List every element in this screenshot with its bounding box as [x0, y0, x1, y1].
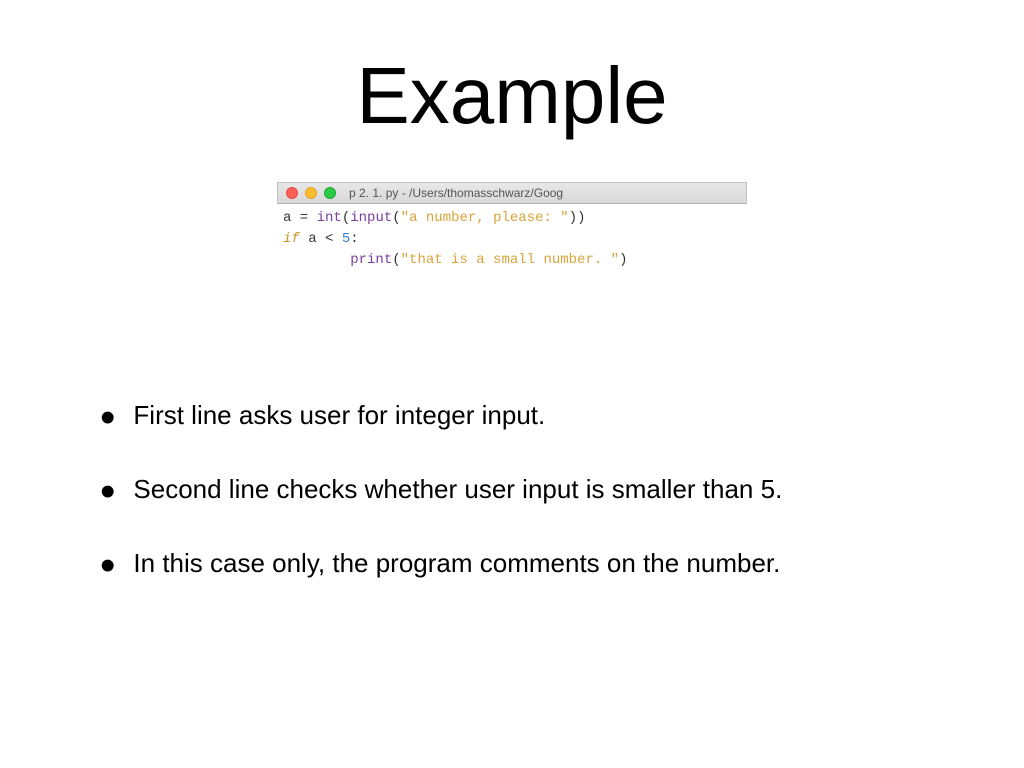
- code-token: print: [350, 252, 392, 268]
- code-line-2: if a < 5:: [283, 229, 741, 250]
- code-token: :: [350, 231, 358, 247]
- code-indent: [283, 250, 350, 271]
- bullet-text: In this case only, the program comments …: [133, 545, 780, 581]
- code-token: 5: [342, 231, 350, 247]
- code-window: p 2. 1. py - /Users/thomasschwarz/Goog a…: [277, 182, 747, 277]
- bullet-text: First line asks user for integer input.: [133, 397, 545, 433]
- list-item: • In this case only, the program comment…: [100, 545, 964, 581]
- bullet-icon: •: [100, 555, 115, 577]
- code-token: [300, 231, 308, 247]
- slide: Example p 2. 1. py - /Users/thomasschwar…: [0, 0, 1024, 768]
- code-line-1: a = int(input("a number, please: ")): [283, 208, 741, 229]
- code-token: int: [317, 210, 342, 226]
- window-title-text: p 2. 1. py - /Users/thomasschwarz/Goog: [349, 186, 563, 200]
- list-item: • First line asks user for integer input…: [100, 397, 964, 433]
- bullet-list: • First line asks user for integer input…: [0, 397, 1024, 580]
- bullet-icon: •: [100, 407, 115, 429]
- code-token: (: [342, 210, 350, 226]
- list-item: • Second line checks whether user input …: [100, 471, 964, 507]
- slide-title: Example: [0, 50, 1024, 142]
- code-token: "a number, please: ": [401, 210, 569, 226]
- bullet-text: Second line checks whether user input is…: [133, 471, 782, 507]
- code-token: =: [291, 210, 316, 226]
- bullet-icon: •: [100, 481, 115, 503]
- code-line-3: print("that is a small number. "): [283, 250, 741, 271]
- code-area: a = int(input("a number, please: "))if a…: [277, 204, 747, 277]
- minimize-icon[interactable]: [305, 187, 317, 199]
- code-token: ): [619, 252, 627, 268]
- window-titlebar: p 2. 1. py - /Users/thomasschwarz/Goog: [277, 182, 747, 204]
- close-icon[interactable]: [286, 187, 298, 199]
- zoom-icon[interactable]: [324, 187, 336, 199]
- code-token: )): [569, 210, 586, 226]
- code-token: "that is a small number. ": [401, 252, 619, 268]
- code-token: (: [392, 210, 400, 226]
- code-token: (: [392, 252, 400, 268]
- code-token: <: [317, 231, 342, 247]
- code-token: if: [283, 231, 300, 247]
- code-token: a: [308, 231, 316, 247]
- code-token: input: [350, 210, 392, 226]
